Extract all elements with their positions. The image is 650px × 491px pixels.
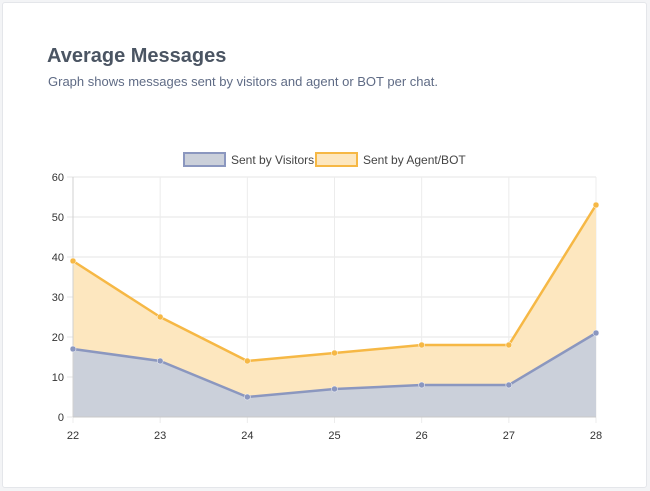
data-point[interactable] <box>592 329 600 337</box>
y-tick-label: 60 <box>52 172 64 184</box>
y-tick-label: 10 <box>52 372 64 384</box>
y-tick-label: 0 <box>58 412 64 424</box>
y-tick-label: 40 <box>52 252 64 264</box>
x-tick-label: 27 <box>503 430 515 442</box>
data-point[interactable] <box>69 257 77 265</box>
average-messages-chart: 0 10 20 30 40 50 60 22 23 24 25 26 27 28 Sent by Visit… <box>52 152 602 442</box>
data-point[interactable] <box>331 385 338 393</box>
y-tick-label: 30 <box>52 292 64 304</box>
x-tick-label: 26 <box>416 430 428 442</box>
data-point[interactable] <box>156 313 164 321</box>
y-tick-label: 20 <box>52 332 64 344</box>
data-point[interactable] <box>331 349 338 357</box>
data-point[interactable] <box>418 381 425 389</box>
x-tick-label: 25 <box>328 430 340 442</box>
y-tick-label: 50 <box>52 212 64 224</box>
x-tick-label: 28 <box>590 430 602 442</box>
data-point[interactable] <box>505 381 513 389</box>
x-tick-label: 22 <box>67 430 79 442</box>
legend-swatch[interactable] <box>183 152 226 167</box>
x-tick-label: 24 <box>241 430 253 442</box>
data-point[interactable] <box>592 201 600 209</box>
legend-label[interactable]: Sent by Visitors <box>231 153 314 167</box>
data-point[interactable] <box>505 341 513 349</box>
data-point[interactable] <box>156 357 164 365</box>
legend-swatch[interactable] <box>315 152 358 167</box>
data-point[interactable] <box>244 357 251 365</box>
x-tick-label: 23 <box>154 430 166 442</box>
data-point[interactable] <box>69 345 77 353</box>
data-point[interactable] <box>418 341 425 349</box>
legend-label[interactable]: Sent by Agent/BOT <box>363 153 466 167</box>
data-point[interactable] <box>244 393 251 401</box>
